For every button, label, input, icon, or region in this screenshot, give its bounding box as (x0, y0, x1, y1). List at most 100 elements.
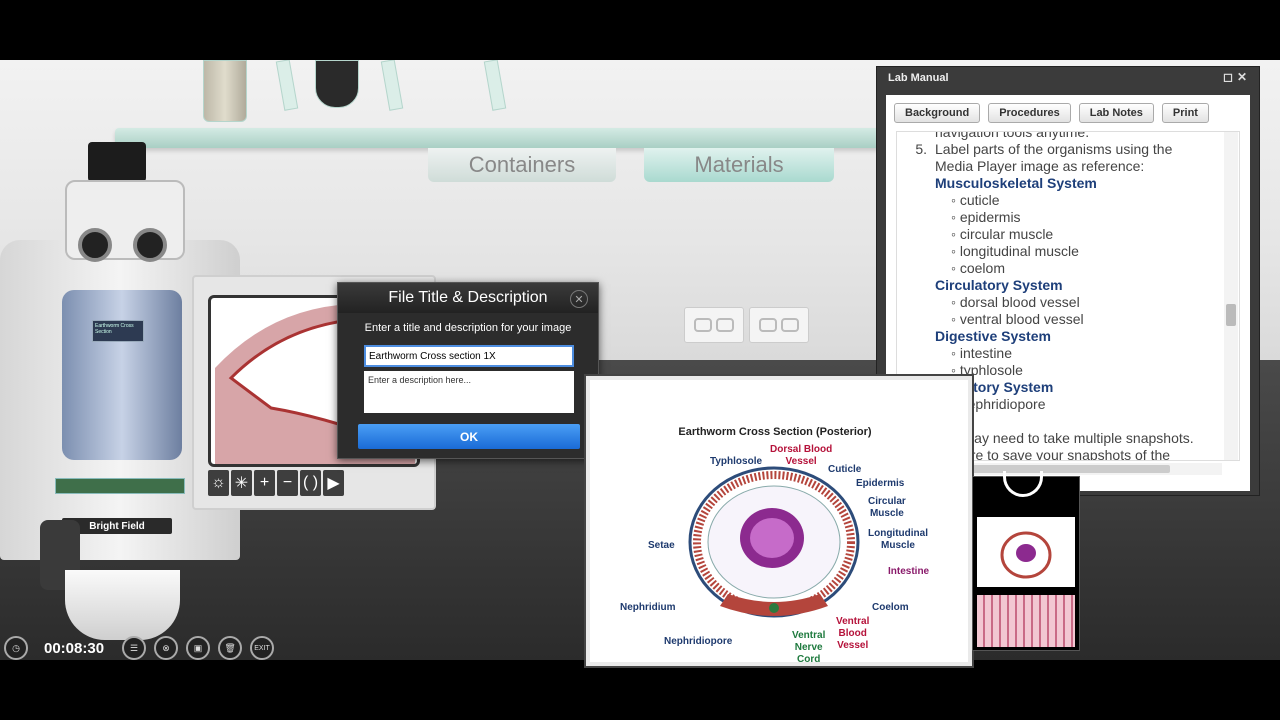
lab-manual-title-text: Lab Manual (888, 72, 949, 84)
list-item-text: intestine (959, 345, 1013, 361)
stage (55, 478, 185, 494)
bottle[interactable] (203, 60, 247, 122)
dialog-prompt: Enter a title and description for your i… (364, 322, 572, 334)
test-tube[interactable] (380, 60, 404, 111)
note-line: You may need to take multiple snapshots. (935, 430, 1194, 446)
label-coelom: Coelom (872, 602, 909, 613)
trash-button[interactable]: 🗑 (218, 636, 243, 660)
socket-icon (716, 318, 734, 332)
list-item: ◦ coelom (951, 260, 1005, 276)
label-epidermis: Epidermis (856, 478, 905, 489)
image-description-input[interactable]: Enter a description here... (364, 371, 574, 413)
list-item-text: longitudinal muscle (959, 243, 1079, 259)
label-longitudinal-muscle: Longitudinal Muscle (868, 528, 928, 551)
label-cuticle: Cuticle (828, 464, 862, 475)
close-icon[interactable]: ✕ (570, 290, 588, 308)
lab-manual-title: Lab Manual ◻✕ (877, 67, 1259, 89)
elapsed-time: 00:08:30 (44, 639, 105, 657)
image-title-input[interactable] (364, 345, 574, 367)
dialog-title: File Title & Description (338, 283, 598, 313)
list-item: ◦ nephridiopore (951, 396, 1239, 413)
label-circular-muscle: Circular Muscle (868, 496, 906, 519)
system-heading: Digestive System (935, 328, 1051, 344)
list-item-text: nephridiopore (959, 396, 1046, 412)
list-item-text: dorsal blood vessel (959, 294, 1080, 310)
media-thumbnails (972, 471, 1080, 651)
earthworm-diagram (688, 466, 860, 618)
zoom-out-button[interactable]: − (277, 470, 298, 496)
eyepiece-icon (133, 228, 167, 262)
list-item: ◦ intestine (951, 345, 1013, 361)
system-heading: Circulatory System (935, 277, 1063, 293)
list-item: ◦ typhlosole (951, 362, 1023, 378)
scroll-thumb[interactable] (1226, 304, 1236, 326)
eyepiece-icon (78, 228, 112, 262)
exit-button[interactable]: EXIT (250, 636, 275, 660)
top-letterbox (0, 0, 1280, 60)
test-tube[interactable] (275, 60, 299, 111)
settings-button[interactable]: ⊗ (154, 636, 179, 660)
tab-background[interactable]: Background (894, 103, 981, 123)
step-text-cont: Media Player image as reference: (935, 158, 1145, 174)
label-setae: Setae (648, 540, 675, 551)
label-typhlosole: Typhlosole (710, 456, 763, 467)
tab-print[interactable]: Print (1161, 103, 1209, 123)
tab-lab-notes[interactable]: Lab Notes (1078, 103, 1154, 123)
vertical-scrollbar[interactable] (1224, 132, 1238, 460)
step-text: Label parts of the organisms using the (935, 141, 1173, 157)
microscope-camera (88, 142, 146, 182)
label-nephridiopore: Nephridiopore (664, 636, 733, 647)
checklist-button[interactable]: ☰ (122, 636, 147, 660)
thumbnail[interactable] (977, 595, 1075, 647)
thumbnail-diagram (1000, 531, 1052, 579)
test-tube[interactable] (483, 60, 507, 111)
system-heading: Musculoskeletal System (935, 175, 1097, 191)
fit-button[interactable]: ( ) (300, 470, 321, 496)
socket-icon (759, 318, 777, 332)
bottom-letterbox (0, 660, 1280, 720)
media-player-image[interactable]: Earthworm Cross Section (Posterior) Typh… (586, 376, 972, 666)
list-item-text: cuticle (959, 192, 1000, 208)
step-5: 5. Label parts of the organisms using the (897, 141, 1239, 158)
step-number: 5. (915, 141, 927, 157)
lab-manual-tabs: Background Procedures Lab Notes Print (894, 103, 1209, 123)
flask[interactable] (315, 60, 359, 108)
nosepiece (62, 290, 182, 460)
socket-icon (781, 318, 799, 332)
power-outlet (749, 307, 809, 343)
socket-icon (694, 318, 712, 332)
list-item: ◦ dorsal blood vessel (951, 294, 1080, 310)
clock-icon[interactable]: ◷ (4, 636, 28, 660)
window-controls-icon[interactable]: ◻✕ (1223, 70, 1251, 84)
microscope-base (65, 570, 180, 640)
label-dorsal-vessel: Dorsal Blood Vessel (770, 444, 833, 467)
list-item: ◦ longitudinal muscle (951, 243, 1079, 259)
label-nephridium: Nephridium (620, 602, 676, 613)
list-item: ◦ epidermis (951, 209, 1021, 225)
slide-label: Earthworm Cross Section (92, 320, 144, 342)
thumbnail[interactable] (977, 517, 1075, 587)
containers-tab[interactable]: Containers (428, 148, 616, 182)
note-line: Be sure to save your snapshots of the (935, 447, 1171, 461)
power-outlet (684, 307, 744, 343)
system-heading: Excretory System (935, 379, 1054, 395)
timer-toolbar: ◷ 00:08:30 ☰ ⊗ ▣ 🗑 EXIT (0, 636, 310, 660)
materials-tab[interactable]: Materials (644, 148, 834, 182)
focus-button[interactable]: ✳ (231, 470, 252, 496)
list-item: ◦ cuticle (951, 192, 1000, 208)
label-ventral-vessel: Ventral Blood Vessel (836, 616, 870, 651)
play-button[interactable]: ▶ (323, 470, 344, 496)
list-item-text: epidermis (959, 209, 1021, 225)
tab-procedures[interactable]: Procedures (988, 103, 1071, 123)
monitor-controls: ☼ ✳ + − ( ) ▶ (208, 470, 420, 498)
ok-button[interactable]: OK (358, 424, 580, 449)
file-title-dialog: File Title & Description ✕ Enter a title… (337, 282, 599, 459)
list-item-text: ventral blood vessel (959, 311, 1084, 327)
brightness-button[interactable]: ☼ (208, 470, 229, 496)
cut-off-line: navigation tools anytime. (935, 131, 1090, 140)
calculator-button[interactable]: ▣ (186, 636, 211, 660)
list-item-text: coelom (959, 260, 1005, 276)
label-ventral-nerve: Ventral Nerve Cord (792, 630, 826, 665)
play-icon[interactable] (1003, 471, 1043, 497)
zoom-in-button[interactable]: + (254, 470, 275, 496)
